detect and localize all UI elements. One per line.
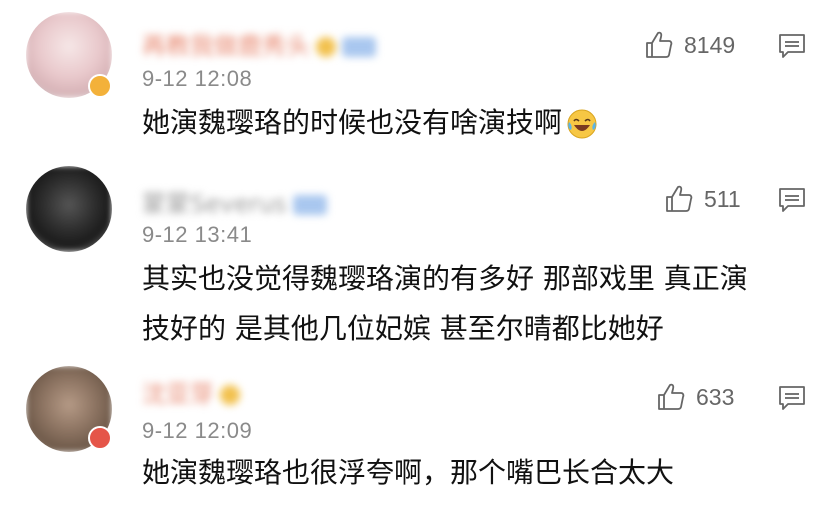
- comment-time: 9-12 12:09: [142, 418, 253, 443]
- comment-text: 她演魏璎珞的时候也没有啥演技啊: [142, 100, 802, 146]
- like-count: 511: [704, 185, 741, 212]
- thumbs-up-icon: [658, 383, 685, 410]
- comment-text-line: 技好的 是其他几位妃嫔 甚至尔晴都比她好: [142, 312, 664, 345]
- thumbs-up-icon: [666, 185, 693, 212]
- avatar[interactable]: [26, 166, 112, 252]
- comment-item: 蒙蒙Severus 511 9-12 13:41 其实也没觉得魏璎珞演的有多好 …: [0, 160, 828, 360]
- comment-reply-icon[interactable]: [778, 186, 806, 214]
- comment-item: 再教我做鹿秀头 8149 9-12 12:08 她演魏璎珞的时候也没有啥演技啊: [0, 0, 828, 170]
- user-name[interactable]: 再教我做鹿秀头: [142, 26, 376, 61]
- comment-reply-icon[interactable]: [778, 384, 806, 412]
- like-button[interactable]: 8149: [644, 30, 735, 60]
- like-count: 8149: [684, 31, 736, 58]
- comment-time: 9-12 13:41: [142, 222, 253, 247]
- like-button[interactable]: 633: [656, 382, 734, 412]
- laughing-crying-emoji-icon: [567, 109, 597, 139]
- comment-text: 她演魏璎珞也很浮夸啊，那个嘴巴长合太大: [142, 456, 675, 489]
- thumbs-up-icon: [646, 31, 673, 58]
- vip-badge-icon: [88, 426, 112, 450]
- verified-badge-icon: [88, 74, 112, 98]
- user-name[interactable]: 沈亚芽: [142, 374, 240, 409]
- comment-time: 9-12 12:08: [142, 66, 253, 91]
- user-name[interactable]: 蒙蒙Severus: [142, 184, 327, 219]
- comment-reply-icon[interactable]: [778, 32, 806, 60]
- like-button[interactable]: 511: [664, 184, 741, 214]
- like-count: 633: [696, 383, 735, 410]
- comment-text-line: 其实也没觉得魏璎珞演的有多好 那部戏里 真正演: [142, 262, 748, 295]
- comment-text: 其实也没觉得魏璎珞演的有多好 那部戏里 真正演 技好的 是其他几位妃嫔 甚至尔晴…: [142, 256, 802, 352]
- comment-item: 沈亚芽 633 9-12 12:09 她演魏璎珞也很浮夸啊，那个嘴巴长合太大: [0, 360, 828, 513]
